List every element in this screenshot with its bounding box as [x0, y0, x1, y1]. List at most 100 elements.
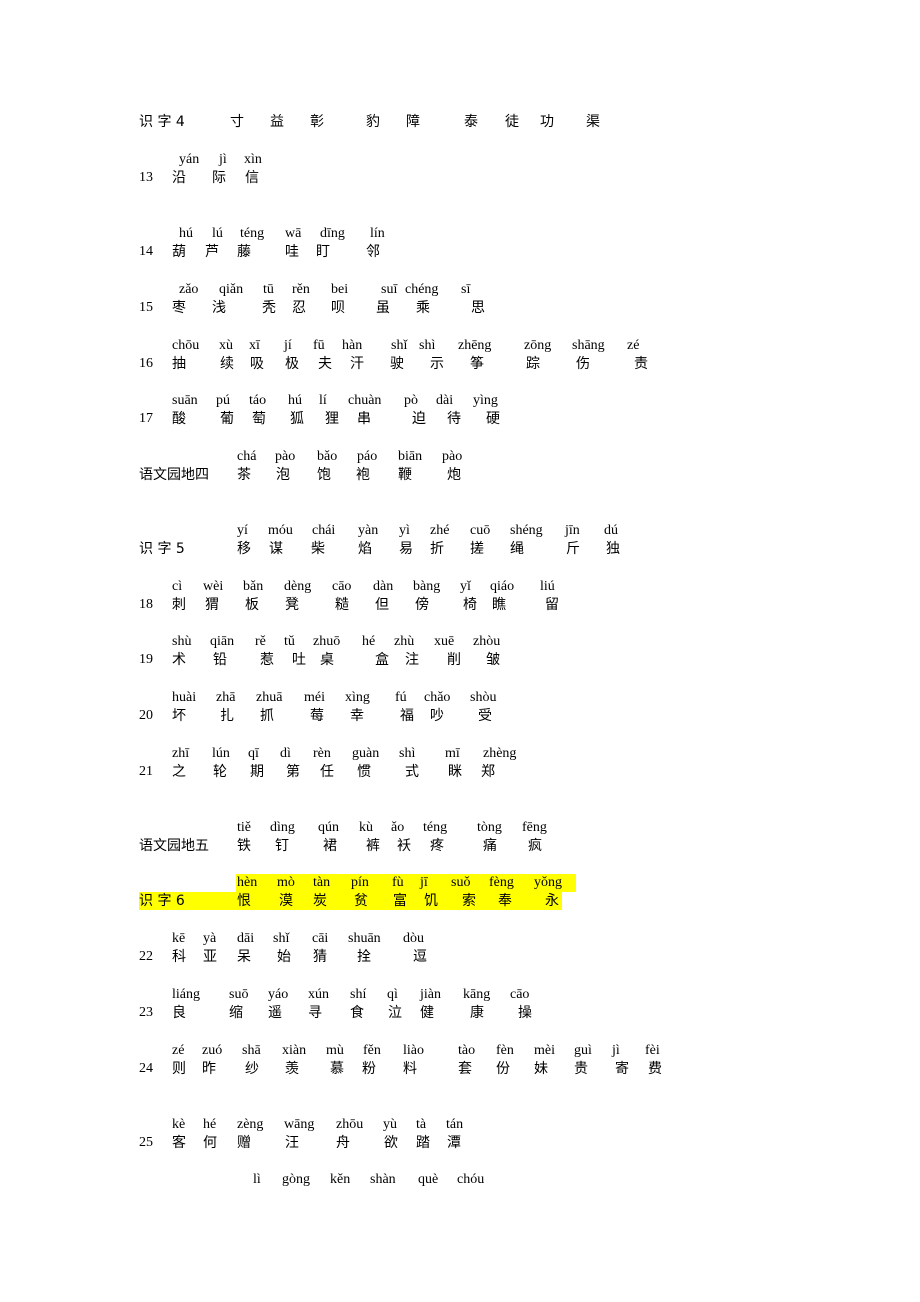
pinyin: cì: [172, 579, 183, 594]
pinyin: lú: [212, 226, 223, 241]
character: 套: [458, 1061, 472, 1077]
pinyin: zhōu: [336, 1117, 364, 1132]
character: 枣: [172, 300, 186, 316]
pinyin: xù: [219, 338, 233, 353]
pinyin: yáo: [268, 987, 289, 1002]
character: 彰: [310, 114, 324, 130]
character: 泰: [464, 114, 478, 130]
pinyin: lín: [370, 226, 385, 241]
pinyin: xī: [249, 338, 260, 353]
pinyin: yǐ: [460, 579, 471, 594]
character: 饥: [424, 893, 438, 909]
character: 莓: [310, 708, 324, 724]
pinyin: jì: [219, 152, 227, 167]
lesson-label: 语文园地四: [139, 467, 209, 483]
pinyin: bàng: [413, 579, 441, 594]
character-row: 15 枣 浅 秃忍 呗 虽 乘 思: [0, 299, 920, 317]
lesson-label: 13: [139, 170, 153, 185]
character: 扎: [220, 708, 234, 724]
pinyin: móu: [268, 523, 293, 538]
pinyin: cāo: [510, 987, 530, 1002]
character: 粉: [362, 1061, 376, 1077]
character: 纱: [245, 1061, 259, 1077]
pinyin: téng: [240, 226, 265, 241]
character-row: 识 字 6 恨 漠 炭 贫 富 饥 索 奉 永: [0, 892, 920, 910]
pinyin: xún: [308, 987, 329, 1002]
pinyin: fù: [392, 875, 404, 890]
pinyin: zōng: [524, 338, 552, 353]
pinyin: shāng: [572, 338, 605, 353]
character: 狐: [290, 411, 304, 427]
character: 贵: [574, 1061, 588, 1077]
pinyin: chá: [237, 449, 257, 464]
character: 示: [430, 356, 444, 372]
character: 费: [648, 1061, 662, 1077]
pinyin: shǐ: [273, 931, 290, 946]
lesson-label: 18: [139, 597, 153, 612]
pinyin: zhù: [394, 634, 415, 649]
character: 但: [375, 597, 389, 613]
character: 呆: [237, 949, 251, 965]
pinyin: lí: [319, 393, 327, 408]
pinyin: dīng: [320, 226, 345, 241]
pinyin: rě: [255, 634, 266, 649]
character: 硬: [486, 411, 500, 427]
character: 康: [470, 1005, 484, 1021]
pinyin: shuān: [348, 931, 381, 946]
pinyin: tán: [446, 1117, 464, 1132]
character: 袄: [397, 838, 411, 854]
character: 盯: [316, 244, 330, 260]
character: 术: [172, 652, 186, 668]
pinyin: suī: [381, 282, 398, 297]
pinyin: dàn: [373, 579, 394, 594]
character: 功: [540, 114, 554, 130]
character: 夫: [318, 356, 332, 372]
pinyin: rèn: [313, 746, 331, 761]
character: 傍: [415, 597, 429, 613]
character: 食: [350, 1005, 364, 1021]
character: 沿: [172, 170, 186, 186]
pinyin: hé: [362, 634, 376, 649]
character: 逗: [413, 949, 427, 965]
pinyin: yí: [237, 523, 248, 538]
character: 驶: [390, 356, 404, 372]
pinyin: dāi: [237, 931, 255, 946]
pinyin-row: chá pào bǎo páo biān pào: [0, 448, 920, 466]
character: 踪: [526, 356, 540, 372]
character: 妹: [534, 1061, 548, 1077]
character: 科: [172, 949, 186, 965]
pinyin: wāng: [284, 1117, 315, 1132]
pinyin: kē: [172, 931, 186, 946]
pinyin: yìng: [473, 393, 498, 408]
character-row: 识 字 5 移 谋 柴 焰 易 折 搓 绳 斤 独: [0, 540, 920, 558]
pinyin: kè: [172, 1117, 186, 1132]
character: 伤: [576, 356, 590, 372]
character: 续: [220, 356, 234, 372]
pinyin: xuē: [434, 634, 455, 649]
lesson-label: 22: [139, 949, 153, 964]
pinyin: jī: [420, 875, 428, 890]
character: 惯: [357, 764, 371, 780]
character: 瞧: [492, 597, 506, 613]
pinyin-row: liáng suō yáo xún shí qì jiàn kāng cāo: [0, 986, 920, 1004]
character: 焰: [358, 541, 372, 557]
pinyin: xiàn: [282, 1043, 307, 1058]
pinyin: hàn: [342, 338, 363, 353]
pinyin: zé: [172, 1043, 185, 1058]
character: 健: [420, 1005, 434, 1021]
pinyin-row: zǎo qiǎn tū rěn bei suī chéng sī: [0, 281, 920, 299]
character: 注: [405, 652, 419, 668]
character: 吸: [250, 356, 264, 372]
character: 绳: [510, 541, 524, 557]
character: 刺: [172, 597, 186, 613]
character: 寄: [615, 1061, 629, 1077]
character: 极: [285, 356, 299, 372]
pinyin-row: chōu xù xī jí fū hàn shǐ shì zhēng zōng shāng zé: [0, 337, 920, 355]
pinyin: lì: [253, 1172, 261, 1187]
character: 式: [405, 764, 419, 780]
character: 舟: [336, 1135, 350, 1151]
lesson-label: 语文园地五: [139, 838, 209, 854]
character: 操: [518, 1005, 532, 1021]
character: 芦: [205, 244, 219, 260]
pinyin: pú: [216, 393, 230, 408]
